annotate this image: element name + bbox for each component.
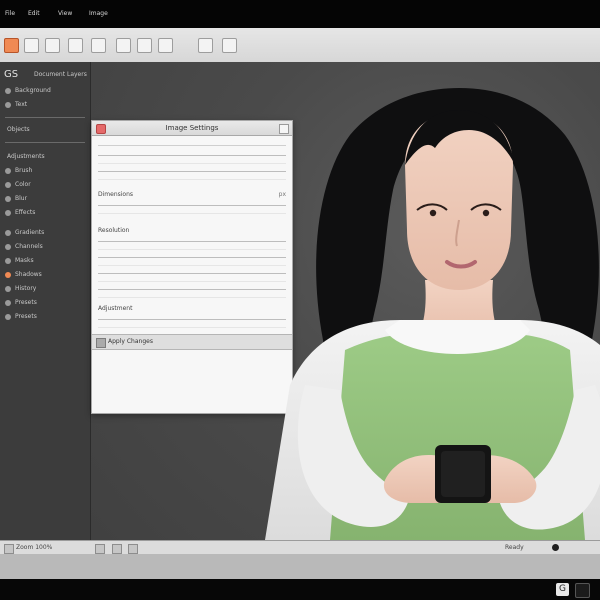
panel-item-label: Presets [15, 299, 37, 306]
divider [5, 117, 85, 118]
brush-icon[interactable] [45, 38, 60, 53]
select-icon[interactable] [158, 38, 173, 53]
filter-icon[interactable] [137, 38, 152, 53]
panel-item-label: Channels [15, 243, 43, 250]
panel-item-label: History [15, 285, 37, 292]
panel-item-label: Masks [15, 257, 34, 264]
apply-icon[interactable] [96, 338, 106, 348]
divider [5, 142, 85, 143]
screen: File Edit View Image GS Document Layers … [0, 0, 600, 600]
panel-item-label: Color [15, 181, 31, 188]
menu-item-file[interactable]: File [5, 9, 15, 18]
crop-icon[interactable] [24, 38, 39, 53]
lower-bar [0, 554, 600, 579]
mask-icon [5, 258, 11, 264]
eraser-icon[interactable] [116, 38, 131, 53]
apply-button[interactable]: Apply Changes [108, 338, 153, 346]
text-icon [5, 102, 11, 108]
gradient-icon [5, 230, 11, 236]
toolbar [0, 28, 600, 63]
app-icon[interactable] [4, 38, 19, 53]
color-icon [5, 182, 11, 188]
panel-item-label: Objects [7, 126, 30, 133]
text-icon[interactable] [68, 38, 83, 53]
panel-item-label: Brush [15, 167, 33, 174]
preset-icon [5, 300, 11, 306]
panel-item-label: Effects [15, 209, 36, 216]
status-indicator [552, 544, 559, 551]
tray-app-icon[interactable] [575, 583, 590, 598]
effects-icon [5, 210, 11, 216]
tag-icon[interactable] [91, 38, 106, 53]
panel-logo: GS [4, 69, 19, 80]
grid-icon[interactable] [222, 38, 237, 53]
portrait-image [235, 70, 600, 540]
channels-icon [5, 244, 11, 250]
menu-item-image[interactable]: Image [89, 9, 108, 18]
panel-item-label: Blur [15, 195, 28, 202]
woman-portrait [265, 88, 600, 540]
status-icon[interactable] [112, 544, 122, 554]
zoom-level[interactable]: Zoom 100% [16, 544, 52, 552]
label-dimensions: Dimensions [98, 191, 134, 198]
label-adjustment: Adjustment [98, 305, 133, 312]
left-pupil [429, 209, 437, 217]
status-bar: Zoom 100% Ready [0, 540, 600, 555]
menu-item-view[interactable]: View [58, 9, 72, 18]
panel-item-label: Adjustments [7, 153, 45, 160]
panel-item-label: Background [15, 87, 51, 94]
panel-item-label: Text [15, 101, 28, 108]
blur-icon [5, 196, 11, 202]
status-icon[interactable] [4, 544, 14, 554]
tray-g-icon[interactable]: G [556, 583, 569, 596]
brush-icon [5, 168, 11, 174]
zoom-icon[interactable] [198, 38, 213, 53]
menubar: File Edit View Image [0, 0, 600, 28]
panel-item-label: Shadows [15, 271, 42, 278]
panel-item-icon [5, 314, 11, 320]
panel-item-label: Document Layers [34, 71, 87, 78]
menu-item-edit[interactable]: Edit [28, 9, 40, 18]
label-resolution: Resolution [98, 227, 130, 234]
history-icon [5, 286, 11, 292]
panel-item-label: Gradients [15, 229, 45, 236]
status-text: Ready [505, 544, 524, 551]
right-pupil [482, 209, 490, 217]
status-icon[interactable] [95, 544, 105, 554]
layer-icon [5, 88, 11, 94]
left-panel: GS Document Layers Background Text Objec… [0, 62, 91, 540]
panel-item-label: Presets [15, 313, 37, 320]
phone-screen [441, 451, 485, 497]
status-icon[interactable] [128, 544, 138, 554]
taskbar: G [0, 579, 600, 600]
shadow-icon [5, 272, 11, 278]
